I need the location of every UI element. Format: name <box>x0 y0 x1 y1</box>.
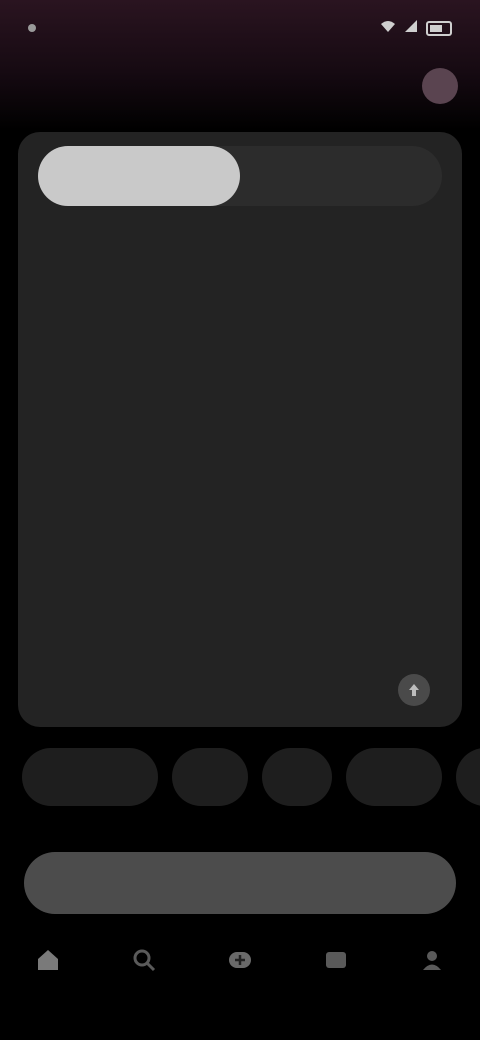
card-footer-right <box>384 674 430 706</box>
nav-item-home[interactable] <box>8 942 88 984</box>
bottom-navigation <box>0 932 480 1040</box>
toggle-option-active[interactable] <box>38 146 240 206</box>
mode-toggle <box>38 146 442 206</box>
create-icon <box>220 942 260 978</box>
chip-5[interactable] <box>456 748 480 806</box>
main-card <box>18 132 462 727</box>
chip-4[interactable] <box>346 748 442 806</box>
notification-dot-icon <box>28 24 36 32</box>
suggestion-chips <box>0 748 480 806</box>
nav-item-search[interactable] <box>104 942 184 984</box>
chip-2[interactable] <box>172 748 248 806</box>
wifi-icon <box>380 19 396 37</box>
nav-item-library[interactable] <box>296 942 376 984</box>
status-bar <box>0 0 480 56</box>
card-footer <box>50 672 430 708</box>
signal-icon <box>404 19 418 37</box>
battery-icon <box>426 20 452 36</box>
search-icon <box>124 942 164 978</box>
chip-3[interactable] <box>262 748 332 806</box>
chip-1[interactable] <box>22 748 158 806</box>
home-icon <box>28 942 68 978</box>
status-left <box>28 24 44 32</box>
toggle-option-inactive[interactable] <box>240 146 442 206</box>
nav-item-create[interactable] <box>200 942 280 984</box>
card-action-button[interactable] <box>398 674 430 706</box>
primary-cta-button[interactable] <box>24 852 456 914</box>
status-right <box>380 19 452 37</box>
header-action-button[interactable] <box>422 68 458 104</box>
profile-icon <box>412 942 452 978</box>
arrow-up-icon <box>409 684 419 696</box>
page-header <box>0 60 480 112</box>
library-icon <box>316 942 356 978</box>
nav-item-profile[interactable] <box>392 942 472 984</box>
